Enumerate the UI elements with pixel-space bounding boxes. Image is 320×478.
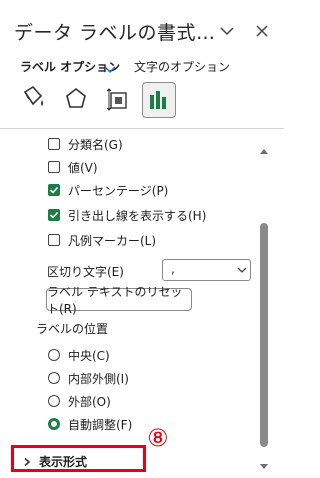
radio-center[interactable]: 中央(C) [48, 347, 110, 363]
checkbox-percentage[interactable]: パーセンテージ(P) [48, 182, 168, 198]
paint-bucket-icon [23, 85, 43, 106]
divider [0, 128, 284, 129]
radio-button-selected[interactable] [48, 418, 60, 430]
bar-chart-icon [150, 91, 166, 109]
checkbox-leader-lines[interactable]: 引き出し線を表示する(H) [48, 207, 206, 223]
checkbox-box-checked[interactable] [48, 209, 60, 221]
radio-label: 外部(O) [68, 394, 111, 409]
tab-text-options[interactable]: 文字のオプション [134, 58, 230, 75]
pentagon-icon [66, 87, 86, 108]
radio-inside-end[interactable]: 内部外側(I) [48, 370, 129, 386]
chevron-down-icon [237, 267, 247, 273]
chevron-right-icon [24, 457, 31, 466]
fill-line-tool[interactable] [16, 82, 48, 116]
radio-label: 内部外側(I) [68, 371, 129, 386]
separator-label: 区切り文字(E) [47, 265, 124, 279]
scroll-down-arrow[interactable] [259, 456, 269, 469]
checkbox-box[interactable] [48, 161, 60, 173]
size-properties-icon [106, 88, 127, 111]
radio-button[interactable] [48, 395, 60, 407]
checkbox-label: 引き出し線を表示する(H) [68, 208, 207, 223]
checkbox-value[interactable]: 値(V) [48, 159, 98, 175]
section-label: 表示形式 [39, 455, 88, 469]
separator-select[interactable]: , [162, 259, 251, 281]
checkmark-icon [49, 211, 59, 219]
pane-title: データ ラベルの書式… [14, 22, 216, 44]
checkbox-box-checked[interactable] [48, 184, 60, 196]
close-icon[interactable] [253, 22, 271, 40]
radio-button[interactable] [48, 372, 60, 384]
checkbox-label: パーセンテージ(P) [68, 183, 169, 198]
chevron-down-icon[interactable] [218, 22, 236, 40]
scroll-up-arrow[interactable] [259, 140, 269, 154]
checkbox-label: 分類名(G) [68, 137, 123, 152]
reset-label-text-button[interactable]: ラベル テキストのリセット(R) [46, 285, 192, 316]
annotation-marker: ⑧ [147, 424, 169, 452]
checkbox-label: 凡例マーカー(L) [68, 233, 157, 248]
checkbox-label: 値(V) [68, 160, 98, 175]
radio-label: 中央(C) [68, 348, 110, 363]
radio-best-fit[interactable]: 自動調整(F) [48, 416, 132, 432]
tab-dropdown-icon[interactable] [104, 60, 116, 79]
effects-tool[interactable] [60, 82, 92, 116]
number-format-section-toggle[interactable]: 表示形式 [22, 453, 87, 470]
label-position-heading: ラベルの位置 [36, 322, 109, 336]
checkmark-icon [49, 186, 59, 194]
radio-label: 自動調整(F) [68, 417, 133, 432]
radio-button[interactable] [48, 349, 60, 361]
checkbox-box[interactable] [48, 234, 60, 246]
separator-value: , [171, 262, 175, 276]
label-options-tool[interactable] [142, 82, 176, 118]
radio-outside-end[interactable]: 外部(O) [48, 393, 111, 409]
checkbox-legend-key[interactable]: 凡例マーカー(L) [48, 232, 156, 248]
size-properties-tool[interactable] [102, 82, 134, 116]
checkbox-category-name[interactable]: 分類名(G) [48, 136, 123, 152]
scrollbar-thumb[interactable] [260, 223, 268, 447]
checkbox-box[interactable] [48, 138, 60, 150]
